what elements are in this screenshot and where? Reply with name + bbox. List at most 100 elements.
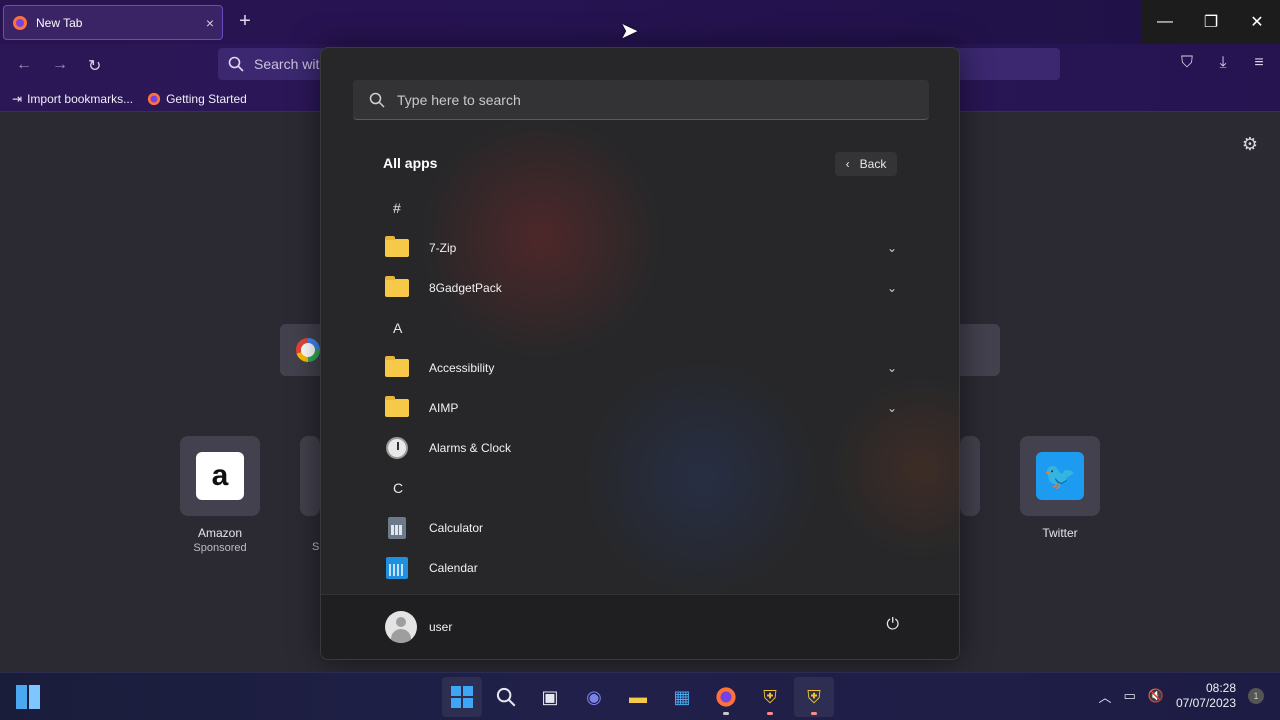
download-icon[interactable]: ⤓: [1214, 54, 1232, 72]
shield-icon: ⛨: [763, 686, 777, 707]
volume-muted-icon[interactable]: 🔇: [1148, 688, 1164, 704]
system-tray: ︿ ▭ 🔇 08:28 07/07/2023 1: [1098, 681, 1264, 711]
section-letter-hash[interactable]: #: [321, 188, 959, 228]
twitter-icon: 🐦: [1036, 452, 1084, 500]
app-name: AIMP: [429, 401, 459, 415]
back-icon[interactable]: ←: [16, 56, 32, 74]
section-letter: A: [393, 320, 403, 336]
folder-icon: [385, 356, 409, 380]
start-search-input[interactable]: Type here to search: [353, 80, 929, 120]
shortcut-tile: a: [180, 436, 260, 516]
menu-icon[interactable]: ≡: [1250, 54, 1268, 72]
gear-icon[interactable]: ⚙: [1242, 134, 1258, 155]
pocket-icon[interactable]: ⛉: [1178, 54, 1196, 72]
start-menu: Type here to search All apps ‹ Back # 7-…: [320, 47, 960, 660]
app-name: Alarms & Clock: [429, 441, 512, 455]
shortcut-partial-left[interactable]: [300, 436, 320, 516]
forward-icon[interactable]: →: [52, 56, 68, 74]
app-7zip[interactable]: 7-Zip ⌄: [321, 228, 959, 268]
store-icon: ▦: [673, 686, 691, 707]
chevron-down-icon[interactable]: ⌄: [887, 241, 897, 255]
chevron-up-icon[interactable]: ︿: [1098, 687, 1111, 706]
firefox-icon: [716, 687, 736, 707]
calendar-icon: [385, 556, 409, 580]
avatar[interactable]: [385, 611, 417, 643]
app-name: Calendar: [429, 561, 478, 575]
shortcut-amazon[interactable]: a Amazon Sponsored: [180, 436, 260, 554]
app-8gadgetpack[interactable]: 8GadgetPack ⌄: [321, 268, 959, 308]
shield-icon: ⛨: [807, 686, 821, 707]
user-name[interactable]: user: [429, 620, 452, 634]
mouse-cursor-icon: ➤: [620, 18, 639, 43]
amazon-icon: a: [196, 452, 244, 500]
security-shield-button[interactable]: ⛨: [750, 677, 790, 717]
section-letter: #: [393, 200, 401, 216]
folder-icon: [385, 396, 409, 420]
app-alarms-clock[interactable]: Alarms & Clock: [321, 428, 959, 468]
video-call-icon: ◉: [586, 686, 602, 707]
search-icon: [228, 56, 244, 72]
taskbar-clock[interactable]: 08:28 07/07/2023: [1176, 681, 1236, 711]
bookmark-import[interactable]: ⇥ Import bookmarks...: [12, 92, 133, 106]
store-button[interactable]: ▦: [662, 677, 702, 717]
folder-icon: [385, 236, 409, 260]
shortcut-sponsored: Sponsored: [193, 542, 247, 554]
all-apps-title: All apps: [383, 155, 438, 171]
back-label: Back: [859, 157, 887, 171]
google-icon: [296, 338, 320, 362]
running-indicator: [723, 712, 729, 715]
file-explorer-icon: ▬: [629, 686, 647, 707]
app-calendar[interactable]: Calendar: [321, 548, 959, 588]
shortcut-partial-right[interactable]: [960, 436, 980, 516]
app-name: Calculator: [429, 521, 484, 535]
notification-badge[interactable]: 1: [1248, 688, 1264, 704]
taskbar: ▣ ◉ ▬ ▦ ⛨ ⛨ ︿ ▭ 🔇 08:28 07/07/2023 1: [0, 672, 1280, 720]
app-accessibility[interactable]: Accessibility ⌄: [321, 348, 959, 388]
shortcut-label: Amazon: [197, 526, 243, 540]
file-explorer-button[interactable]: ▬: [618, 677, 658, 717]
reload-icon[interactable]: ↻: [88, 56, 101, 76]
tab-new-tab[interactable]: New Tab ×: [3, 5, 223, 40]
close-window-button[interactable]: ✕: [1234, 0, 1280, 44]
chevron-left-icon: ‹: [845, 157, 850, 171]
search-icon: [369, 92, 385, 108]
window-controls: — ❐ ✕: [1142, 0, 1280, 44]
task-view-button[interactable]: ▣: [530, 677, 570, 717]
shortcut-tile: 🐦: [1020, 436, 1100, 516]
power-icon[interactable]: ⏻: [886, 616, 899, 634]
import-icon: ⇥: [12, 91, 23, 106]
windows-icon: [451, 686, 473, 708]
task-view-icon: ▣: [541, 686, 559, 707]
start-button[interactable]: [442, 677, 482, 717]
minimize-button[interactable]: —: [1142, 0, 1188, 44]
network-icon[interactable]: ▭: [1123, 688, 1135, 704]
chevron-down-icon[interactable]: ⌄: [887, 281, 897, 295]
app-calculator[interactable]: Calculator: [321, 508, 959, 548]
start-search-placeholder: Type here to search: [397, 91, 521, 108]
back-button[interactable]: ‹ Back: [835, 152, 897, 176]
section-letter-a[interactable]: A: [321, 308, 959, 348]
chevron-down-icon[interactable]: ⌄: [887, 401, 897, 415]
section-letter-c[interactable]: C: [321, 468, 959, 508]
firefox-button[interactable]: [706, 677, 746, 717]
app-name: 8GadgetPack: [429, 281, 502, 295]
chevron-down-icon[interactable]: ⌄: [887, 361, 897, 375]
firefox-icon: [13, 15, 27, 30]
running-indicator: [767, 712, 773, 715]
folder-icon: [385, 276, 409, 300]
widgets-icon[interactable]: [16, 685, 40, 709]
search-button[interactable]: [486, 677, 526, 717]
security-shield-active-button[interactable]: ⛨: [794, 677, 834, 717]
bookmark-getting-started[interactable]: Getting Started: [147, 92, 247, 106]
meet-button[interactable]: ◉: [574, 677, 614, 717]
app-name: 7-Zip: [429, 241, 457, 255]
app-name: Accessibility: [429, 361, 495, 375]
tab-close-icon[interactable]: ×: [206, 15, 214, 31]
restore-button[interactable]: ❐: [1188, 0, 1234, 44]
calculator-icon: [385, 516, 409, 540]
clock-time: 08:28: [1205, 681, 1236, 695]
running-indicator: [811, 712, 817, 715]
app-aimp[interactable]: AIMP ⌄: [321, 388, 959, 428]
shortcut-twitter[interactable]: 🐦 Twitter: [1020, 436, 1100, 540]
new-tab-button[interactable]: +: [234, 10, 256, 32]
